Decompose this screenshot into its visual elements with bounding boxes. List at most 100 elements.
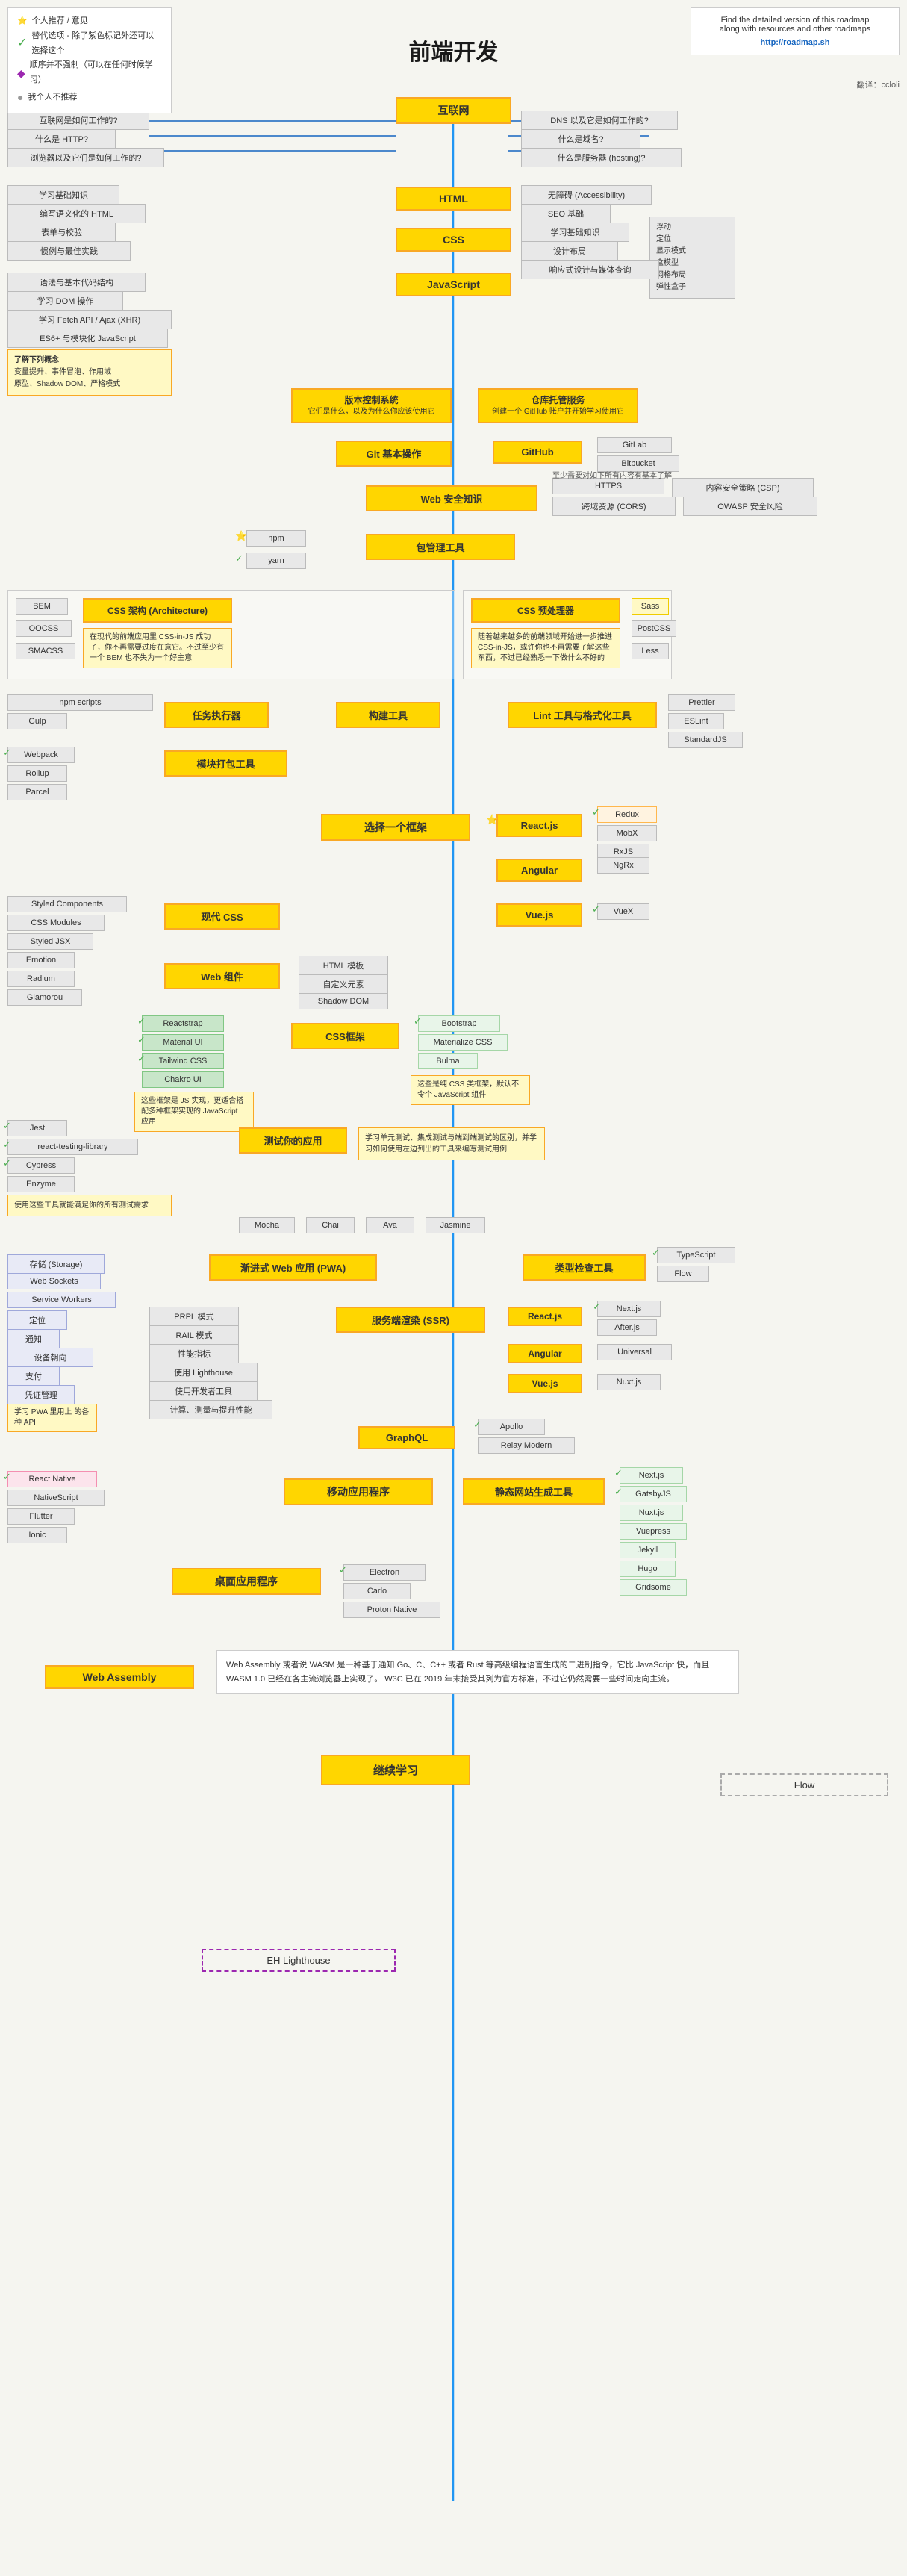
jest-box: Jest [7, 1120, 67, 1136]
legend-order-label: 顺序并不强制（可以在任何时候学习） [30, 58, 162, 88]
ssr-react-node: React.js [508, 1307, 582, 1326]
less-box: Less [632, 643, 669, 659]
standardjs-label: StandardJS [684, 735, 726, 744]
js-dom-box: 学习 DOM 操作 [7, 291, 123, 311]
what-domain-box: 什么是域名? [521, 129, 640, 149]
forms-box: 表单与校验 [7, 223, 116, 242]
dns-label: DNS 以及它是如何工作的? [550, 116, 648, 125]
tailwind-check: ✓ [137, 1053, 146, 1065]
next-static-check: ✓ [614, 1467, 623, 1479]
reactstrap-check: ✓ [137, 1015, 146, 1027]
hosting-node: 仓库托管服务 创建一个 GitHub 账户并开始学习使用它 [478, 388, 638, 423]
css-arch-node: CSS 架构 (Architecture) [83, 598, 232, 623]
npm-scripts-label: npm scripts [59, 698, 101, 707]
security-note: 至少需要对如下所有内容有基本了解 [552, 469, 821, 480]
accessibility-label: 无障碍 (Accessibility) [548, 191, 625, 200]
testing-label: 测试你的应用 [264, 1136, 322, 1147]
typescript-label: TypeScript [677, 1251, 716, 1260]
main-title: 前端开发 [409, 34, 499, 66]
continue-learning-label: 继续学习 [373, 1764, 418, 1777]
service-workers-box: Service Workers [7, 1292, 116, 1308]
gitlab-label: GitLab [623, 441, 646, 449]
task-runner-label: 任务执行器 [192, 710, 240, 721]
nuxt-js-box: Nuxt.js [597, 1374, 661, 1390]
yarn-check-icon: ✓ [235, 553, 243, 564]
relay-modern-box: Relay Modern [478, 1437, 575, 1454]
css-features-box: 浮动 定位 显示模式 盒模型 网格布局 弹性盒子 [649, 217, 735, 299]
css-modules-label: CSS Modules [31, 918, 81, 927]
design-layout-box: 设计布局 [521, 241, 618, 261]
css-framework-node: CSS框架 [291, 1023, 399, 1049]
jasmine-box: Jasmine [426, 1217, 485, 1233]
react-node: React.js [496, 814, 582, 837]
react-native-box: React Native [7, 1471, 97, 1487]
rtl-check: ✓ [3, 1139, 11, 1151]
info-url[interactable]: http://roadmap.sh [761, 38, 830, 47]
proton-native-label: Proton Native [367, 1605, 417, 1614]
yarn-label: yarn [268, 556, 284, 565]
prettier-box: Prettier [668, 694, 735, 711]
flutter-label: Flutter [29, 1512, 52, 1521]
standardjs-box: StandardJS [668, 732, 743, 748]
rollup-box: Rollup [7, 765, 67, 782]
package-manager-label: 包管理工具 [416, 542, 464, 553]
shadow-dom-box: Shadow DOM [299, 993, 388, 1009]
static-gen-node: 静态网站生成工具 [463, 1478, 605, 1505]
what-domain-label: 什么是域名? [558, 135, 603, 144]
info-url-container: http://roadmap.sh [702, 38, 888, 47]
write-html-box: 编写语义化的 HTML [7, 204, 146, 223]
web-security-label: Web 安全知识 [421, 494, 483, 505]
shadow-dom-label: Shadow DOM [318, 997, 369, 1006]
parcel-label: Parcel [25, 788, 49, 797]
materialize-label: Materialize CSS [434, 1038, 493, 1047]
cypress-check: ✓ [3, 1157, 11, 1169]
after-js-label: After.js [614, 1323, 640, 1332]
cors-box: 跨域资源 (CORS) [552, 497, 676, 516]
credential-box: 凭证管理 [7, 1385, 75, 1404]
electron-label: Electron [370, 1568, 399, 1577]
vuex-label: VueX [614, 907, 634, 916]
vcs-label-sub: 它们是什么，以及为什么你应该使用它 [302, 407, 441, 417]
main-title-text: 前端开发 [409, 40, 499, 65]
git-label: Git 基本操作 [367, 449, 422, 460]
cypress-box: Cypress [7, 1157, 75, 1174]
nextjs-check: ✓ [593, 1301, 601, 1313]
jest-check: ✓ [3, 1120, 11, 1132]
translate-label: 翻译：ccloli [857, 78, 900, 90]
universal-label: Universal [617, 1348, 652, 1357]
prpl-box: PRPL 模式 [149, 1307, 239, 1326]
mocha-label: Mocha [255, 1221, 279, 1230]
vuex-check-icon: ✓ [592, 903, 600, 915]
typescript-check: ✓ [652, 1247, 660, 1259]
mobile-app-label: 移动应用程序 [327, 1486, 390, 1498]
smacss-label: SMACSS [28, 647, 63, 656]
legend-item-alt: ✓ 替代选项 - 除了紫色标记外还可以选择这个 [17, 29, 162, 59]
angular-node: Angular [496, 859, 582, 882]
learn-basics-box: 学习基础知识 [7, 185, 119, 205]
nuxt-js-static-label: Nuxt.js [639, 1508, 664, 1517]
postcss-box: PostCSS [632, 620, 676, 637]
less-label: Less [641, 647, 658, 656]
choose-framework-label: 选择一个框架 [364, 821, 427, 833]
how-internet-label: 互联网是如何工作的? [39, 116, 117, 125]
payments-label: 支付 [25, 1372, 42, 1381]
js-es6-label: ES6+ 与模块化 JavaScript [40, 335, 136, 343]
module-bundler-node: 模块打包工具 [164, 750, 287, 777]
personal-icon: ⭐ [17, 14, 28, 29]
owasp-label: OWASP 安全风险 [717, 503, 782, 511]
testing-note-box: 使用这些工具就能满足你的所有测试需求 [7, 1195, 172, 1216]
js-dom-label: 学习 DOM 操作 [37, 297, 94, 306]
gatsby-check: ✓ [614, 1486, 623, 1498]
vue-node: Vue.js [496, 903, 582, 927]
know-more-title: 了解下列概念 [14, 355, 165, 367]
webpack-box: Webpack [7, 747, 75, 763]
gitlab-box: GitLab [597, 437, 672, 453]
write-html-label: 编写语义化的 HTML [40, 210, 113, 219]
credential-label: 凭证管理 [25, 1391, 57, 1400]
info-line2: along with resources and other roadmaps [702, 25, 888, 34]
legend-alt-label: 替代选项 - 除了紫色标记外还可以选择这个 [31, 29, 162, 59]
css-flex: 弹性盒子 [656, 281, 729, 293]
vuepress-label: Vuepress [636, 1527, 670, 1536]
desktop-app-label: 桌面应用程序 [215, 1575, 278, 1587]
lint-node: Lint 工具与格式化工具 [508, 702, 657, 728]
